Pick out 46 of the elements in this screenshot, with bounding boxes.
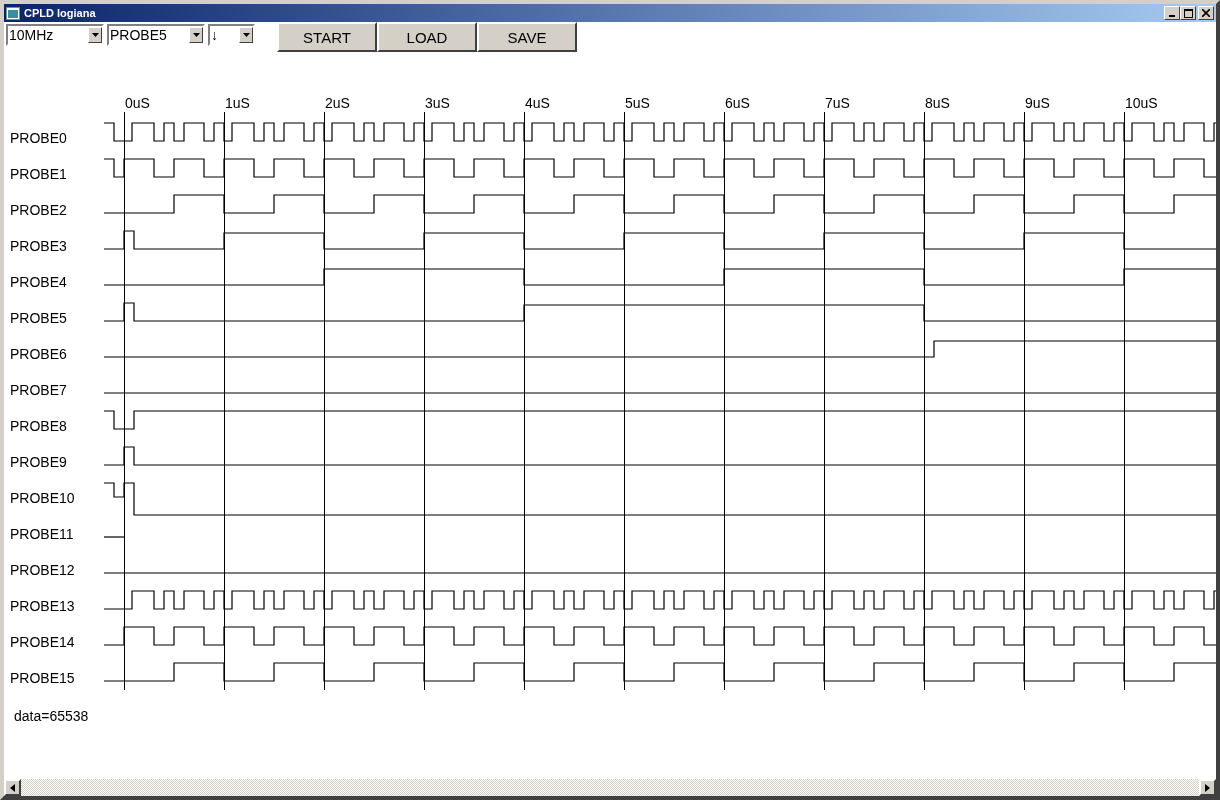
time-label: 4uS — [525, 95, 550, 111]
toolbar-button[interactable]: SAVE — [477, 22, 577, 52]
close-button[interactable] — [1198, 6, 1214, 20]
scroll-right-button[interactable] — [1199, 779, 1216, 796]
probe-label: PROBE0 — [10, 130, 67, 146]
horizontal-scrollbar[interactable] — [4, 779, 1216, 796]
toolbar-button[interactable]: LOAD — [377, 22, 477, 52]
time-label: 1uS — [225, 95, 250, 111]
close-icon — [1202, 9, 1210, 17]
probe-label: PROBE1 — [10, 166, 67, 182]
probe-label: PROBE10 — [10, 490, 75, 506]
right-arrow-icon — [1205, 783, 1210, 792]
probe-label: PROBE7 — [10, 382, 67, 398]
probe-label: PROBE6 — [10, 346, 67, 362]
probe-label: PROBE11 — [10, 526, 74, 542]
probe-label: PROBE13 — [10, 598, 75, 614]
dropdown[interactable]: ↓ — [208, 24, 255, 46]
data-readout: data=65538 — [14, 708, 89, 724]
dropdown[interactable]: 10MHz — [6, 24, 104, 46]
probe-label: PROBE3 — [10, 238, 67, 254]
window-title: CPLD logiana — [24, 7, 96, 19]
probe-label: PROBE15 — [10, 670, 75, 686]
maximize-icon — [1183, 8, 1193, 18]
time-label: 7uS — [825, 95, 850, 111]
time-label: 0uS — [125, 95, 150, 111]
time-label: 5uS — [625, 95, 650, 111]
probe-label: PROBE14 — [10, 634, 75, 650]
probe-label: PROBE4 — [10, 274, 67, 290]
time-label: 9uS — [1025, 95, 1050, 111]
dropdown[interactable]: PROBE5 — [107, 24, 205, 46]
probe-label: PROBE2 — [10, 202, 67, 218]
toolbar-button[interactable]: START — [277, 22, 377, 52]
left-arrow-icon — [10, 783, 15, 792]
maximize-button[interactable] — [1180, 6, 1196, 20]
probe-label: PROBE9 — [10, 454, 67, 470]
probe-label: PROBE12 — [10, 562, 75, 578]
time-label: 10uS — [1125, 95, 1158, 111]
probe-label: PROBE8 — [10, 418, 67, 434]
probe-label: PROBE5 — [10, 310, 67, 326]
time-label: 8uS — [925, 95, 950, 111]
time-label: 3uS — [425, 95, 450, 111]
time-label: 2uS — [325, 95, 350, 111]
time-label: 6uS — [725, 95, 750, 111]
window-icon — [6, 6, 20, 20]
scroll-left-button[interactable] — [4, 779, 21, 796]
minimize-button[interactable] — [1164, 6, 1180, 20]
